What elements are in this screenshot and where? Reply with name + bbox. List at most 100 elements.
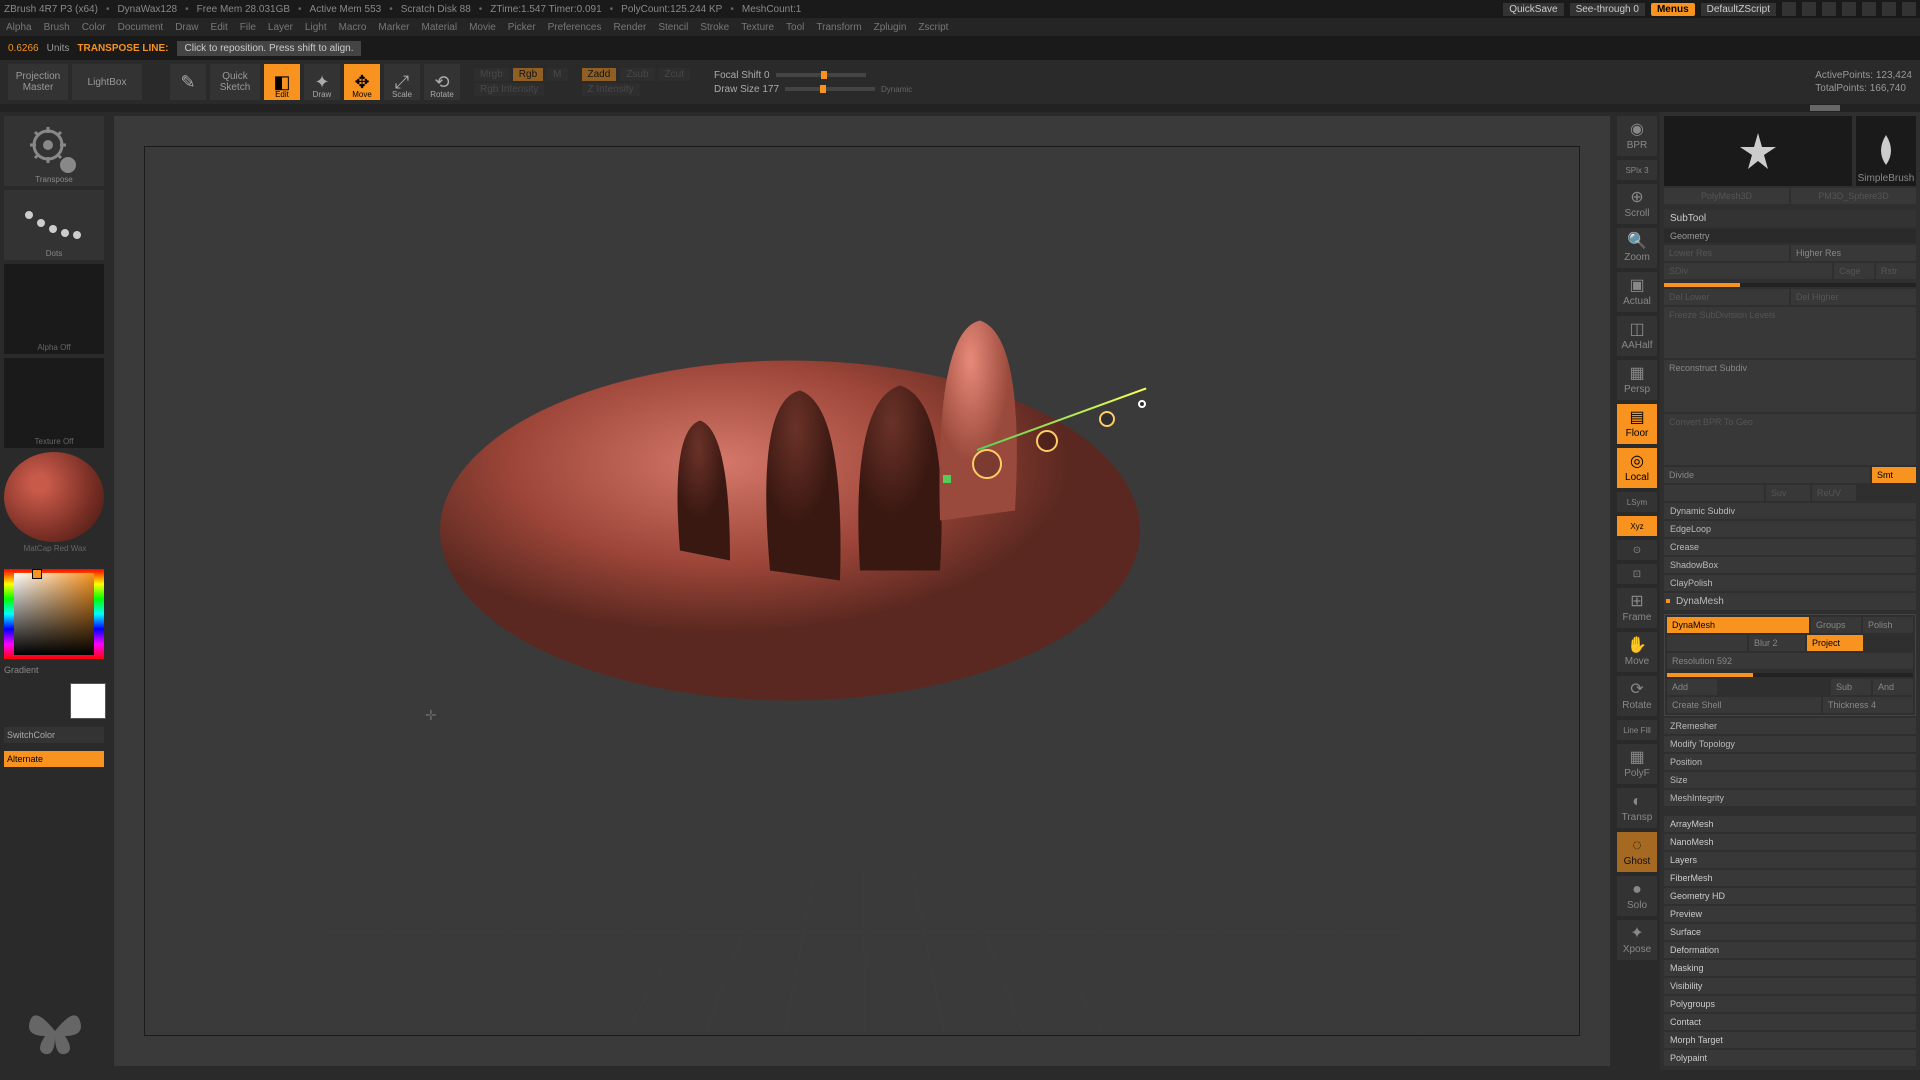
meshintegrity-header[interactable]: MeshIntegrity — [1664, 790, 1916, 806]
position-header[interactable]: Position — [1664, 754, 1916, 770]
alternate-button[interactable]: Alternate — [4, 751, 104, 767]
zoom-button[interactable]: 🔍Zoom — [1617, 228, 1657, 268]
gizmo-outer-circle[interactable] — [1099, 411, 1115, 427]
xpose-button[interactable]: ✦Xpose — [1617, 920, 1657, 960]
mesh-object[interactable] — [400, 271, 1180, 734]
actual-button[interactable]: ▣Actual — [1617, 272, 1657, 312]
polyf-button[interactable]: ▦PolyF — [1617, 744, 1657, 784]
menu-brush[interactable]: Brush — [44, 22, 70, 33]
shadowbox-header[interactable]: ShadowBox — [1664, 557, 1916, 573]
center-button[interactable]: ⊙ — [1617, 540, 1657, 560]
rstr-button[interactable]: Rstr — [1876, 263, 1916, 279]
current-tool-large[interactable] — [1664, 116, 1852, 186]
crease-header[interactable]: Crease — [1664, 539, 1916, 555]
window-minimize[interactable] — [1862, 2, 1876, 16]
cage-button[interactable]: Cage — [1834, 263, 1874, 279]
quicksketch-button[interactable]: ✎ — [170, 64, 206, 100]
quicksave-button[interactable]: QuickSave — [1503, 3, 1563, 16]
menu-layer[interactable]: Layer — [268, 22, 293, 33]
edgeloop-header[interactable]: EdgeLoop — [1664, 521, 1916, 537]
menu-preferences[interactable]: Preferences — [548, 22, 602, 33]
spix-slider[interactable]: SPix 3 — [1617, 160, 1657, 180]
transp-button[interactable]: ◐Transp — [1617, 788, 1657, 828]
and-button[interactable]: And — [1873, 679, 1913, 695]
project-toggle[interactable]: Project — [1807, 635, 1863, 651]
sdiv-bar[interactable] — [1664, 283, 1916, 287]
polish-toggle[interactable]: Polish — [1863, 617, 1913, 633]
xyz-button[interactable]: Xyz — [1617, 516, 1657, 536]
lightbox-button[interactable]: LightBox — [72, 64, 142, 100]
floor-button[interactable]: ▤Floor — [1617, 404, 1657, 444]
dynamic-label[interactable]: Dynamic — [881, 85, 912, 94]
default-zscript[interactable]: DefaultZScript — [1701, 3, 1776, 16]
menu-stroke[interactable]: Stroke — [700, 22, 729, 33]
menu-stencil[interactable]: Stencil — [658, 22, 688, 33]
zsub-toggle[interactable]: Zsub — [620, 68, 654, 81]
projection-master-button[interactable]: Projection Master — [8, 64, 68, 100]
sub-button[interactable]: Sub — [1831, 679, 1871, 695]
menu-zscript[interactable]: Zscript — [918, 22, 948, 33]
fit-button[interactable]: ⊡ — [1617, 564, 1657, 584]
gizmo-end-ring[interactable] — [1138, 400, 1146, 408]
frame-button[interactable]: ⊞Frame — [1617, 588, 1657, 628]
dynamesh-section-header[interactable]: DynaMesh — [1664, 593, 1916, 610]
stroke-dots-slot[interactable]: Dots — [4, 190, 104, 260]
mrgb-toggle[interactable]: Mrgb — [474, 68, 509, 81]
menu-draw[interactable]: Draw — [175, 22, 198, 33]
rotate-view-button[interactable]: ⟳Rotate — [1617, 676, 1657, 716]
morph-target-header[interactable]: Morph Target — [1664, 1032, 1916, 1048]
zcut-toggle[interactable]: Zcut — [659, 68, 690, 81]
reuv-button[interactable]: ReUV — [1812, 485, 1856, 501]
size-header[interactable]: Size — [1664, 772, 1916, 788]
scale-mode-button[interactable]: ⤢Scale — [384, 64, 420, 100]
local-button[interactable]: ◎Local — [1617, 448, 1657, 488]
seethrough-slider[interactable]: See-through 0 — [1570, 3, 1645, 16]
geometry-hd-header[interactable]: Geometry HD — [1664, 888, 1916, 904]
add-button[interactable]: Add — [1667, 679, 1717, 695]
masking-header[interactable]: Masking — [1664, 960, 1916, 976]
gizmo-mid-circle[interactable] — [1036, 430, 1058, 452]
menu-material[interactable]: Material — [422, 22, 458, 33]
dynamic-subdiv-header[interactable]: Dynamic Subdiv — [1664, 503, 1916, 519]
draw-mode-button[interactable]: ✦Draw — [304, 64, 340, 100]
secondary-color-swatch[interactable] — [70, 683, 106, 719]
transpose-tool-slot[interactable]: Transpose — [4, 116, 104, 186]
menu-alpha[interactable]: Alpha — [6, 22, 32, 33]
menus-toggle[interactable]: Menus — [1651, 3, 1695, 16]
quicksketch-label[interactable]: Quick Sketch — [210, 64, 260, 100]
layers-header[interactable]: Layers — [1664, 852, 1916, 868]
bpr-button[interactable]: ◉BPR — [1617, 116, 1657, 156]
rgb-intensity[interactable]: Rgb Intensity — [474, 83, 544, 96]
freeze-subdiv-button[interactable]: Freeze SubDivision Levels — [1664, 307, 1916, 358]
menu-render[interactable]: Render — [614, 22, 647, 33]
subtool-header[interactable]: SubTool — [1664, 210, 1916, 227]
window-maximize[interactable] — [1882, 2, 1896, 16]
geometry-header[interactable]: Geometry — [1664, 229, 1916, 243]
zremesher-header[interactable]: ZRemesher — [1664, 718, 1916, 734]
move-view-button[interactable]: ✋Move — [1617, 632, 1657, 672]
arraymesh-header[interactable]: ArrayMesh — [1664, 816, 1916, 832]
move-mode-button[interactable]: ✥Move — [344, 64, 380, 100]
surface-header[interactable]: Surface — [1664, 924, 1916, 940]
deformation-header[interactable]: Deformation — [1664, 942, 1916, 958]
polypaint-header[interactable]: Polypaint — [1664, 1050, 1916, 1066]
del-higher-button[interactable]: Del Higher — [1791, 289, 1916, 305]
persp-button[interactable]: ▦Persp — [1617, 360, 1657, 400]
visibility-header[interactable]: Visibility — [1664, 978, 1916, 994]
reconstruct-subdiv-button[interactable]: Reconstruct Subdiv — [1664, 360, 1916, 411]
menu-movie[interactable]: Movie — [469, 22, 496, 33]
window-button-2[interactable] — [1802, 2, 1816, 16]
dynamesh-button[interactable]: DynaMesh — [1667, 617, 1809, 633]
nanomesh-header[interactable]: NanoMesh — [1664, 834, 1916, 850]
groups-toggle[interactable]: Groups — [1811, 617, 1861, 633]
timeline-rule[interactable] — [0, 104, 1920, 112]
divide-button[interactable]: Divide — [1664, 467, 1870, 483]
higher-res-button[interactable]: Higher Res — [1791, 245, 1916, 261]
fibermesh-header[interactable]: FiberMesh — [1664, 870, 1916, 886]
menu-file[interactable]: File — [240, 22, 256, 33]
zadd-toggle[interactable]: Zadd — [582, 68, 617, 81]
scroll-button[interactable]: ⊕Scroll — [1617, 184, 1657, 224]
gradient-label[interactable]: Gradient — [4, 665, 106, 675]
solo-button[interactable]: ●Solo — [1617, 876, 1657, 916]
menu-texture[interactable]: Texture — [741, 22, 774, 33]
